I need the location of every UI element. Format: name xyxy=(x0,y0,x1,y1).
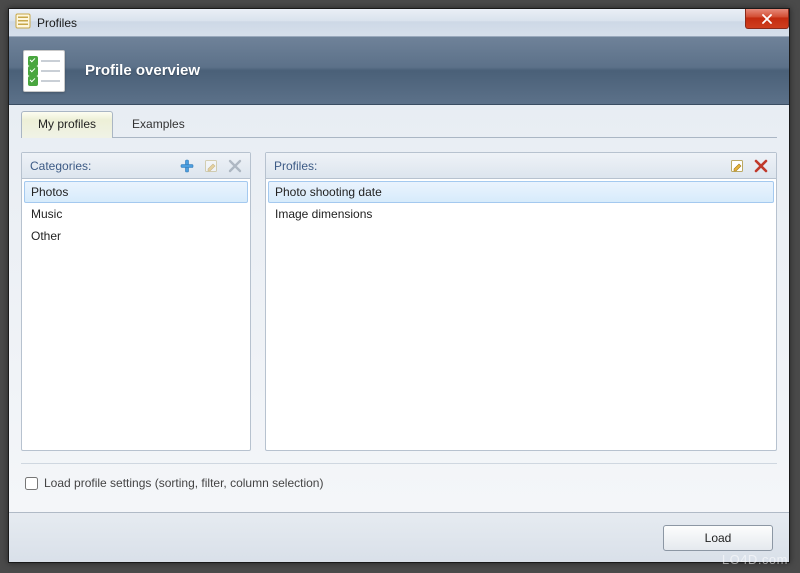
tabstrip: My profiles Examples xyxy=(21,105,777,138)
tab-examples[interactable]: Examples xyxy=(115,111,202,137)
delete-icon xyxy=(228,159,242,173)
dialog-footer: Load xyxy=(9,512,789,562)
categories-panel: Categories: xyxy=(21,152,251,451)
delete-icon xyxy=(754,159,768,173)
profiles-panel: Profiles: xyxy=(265,152,777,451)
category-item[interactable]: Photos xyxy=(24,181,248,203)
tab-my-profiles[interactable]: My profiles xyxy=(21,111,113,138)
checklist-icon xyxy=(23,50,65,92)
load-settings-checkbox[interactable] xyxy=(25,477,38,490)
load-settings-label[interactable]: Load profile settings (sorting, filter, … xyxy=(44,476,323,490)
add-category-button[interactable] xyxy=(176,156,198,176)
load-settings-row: Load profile settings (sorting, filter, … xyxy=(21,463,777,502)
close-icon xyxy=(761,14,773,24)
tab-content: Categories: xyxy=(21,138,777,512)
profiles-header: Profiles: xyxy=(266,153,776,179)
watermark: LO4D.com xyxy=(722,552,788,567)
dialog-body: My profiles Examples Categories: xyxy=(9,105,789,512)
profile-item[interactable]: Image dimensions xyxy=(268,203,774,225)
categories-list[interactable]: Photos Music Other xyxy=(22,179,250,450)
plus-icon xyxy=(179,158,195,174)
categories-header-label: Categories: xyxy=(30,159,91,173)
profiles-header-label: Profiles: xyxy=(274,159,317,173)
profiles-dialog: Profiles Profile overview My profiles Ex… xyxy=(8,8,790,563)
profiles-list[interactable]: Photo shooting date Image dimensions xyxy=(266,179,776,450)
app-icon xyxy=(15,13,31,32)
edit-icon xyxy=(729,158,745,174)
close-button[interactable] xyxy=(745,9,789,29)
category-item[interactable]: Other xyxy=(24,225,248,247)
window-title: Profiles xyxy=(37,16,77,30)
edit-icon xyxy=(203,158,219,174)
load-button[interactable]: Load xyxy=(663,525,773,551)
category-item[interactable]: Music xyxy=(24,203,248,225)
edit-category-button[interactable] xyxy=(200,156,222,176)
titlebar: Profiles xyxy=(9,9,789,37)
delete-category-button[interactable] xyxy=(224,156,246,176)
header-banner: Profile overview xyxy=(9,37,789,105)
profile-item[interactable]: Photo shooting date xyxy=(268,181,774,203)
categories-header: Categories: xyxy=(22,153,250,179)
page-title: Profile overview xyxy=(85,62,200,79)
delete-profile-button[interactable] xyxy=(750,156,772,176)
edit-profile-button[interactable] xyxy=(726,156,748,176)
